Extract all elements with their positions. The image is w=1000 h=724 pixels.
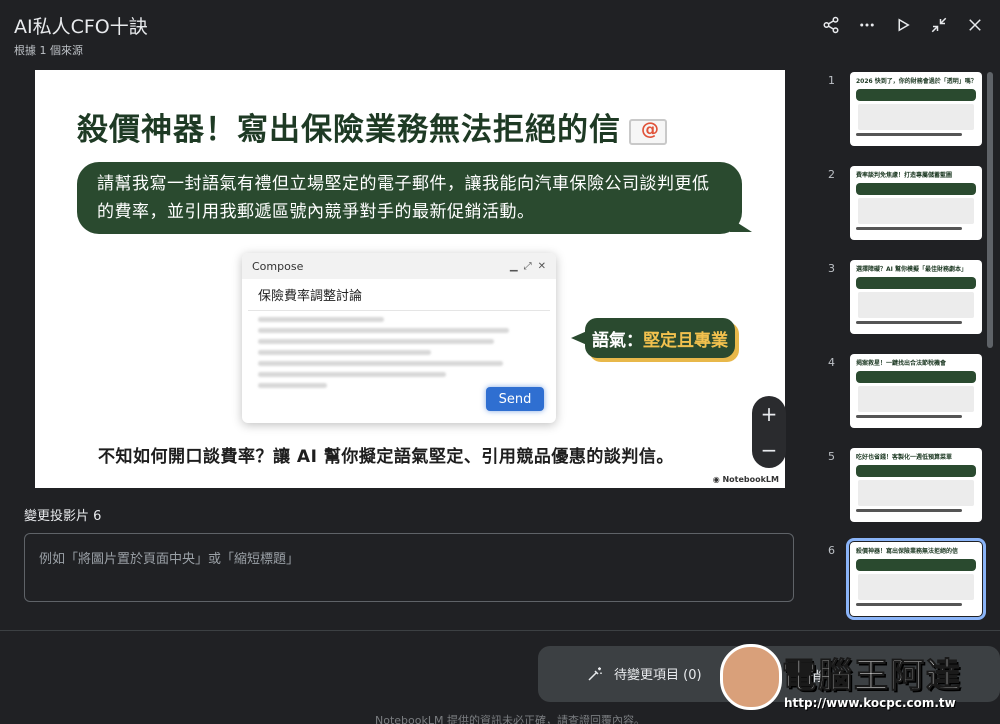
thumbnail-scrollbar[interactable]: [987, 72, 993, 348]
source-count: 根據 1 個來源: [14, 44, 83, 57]
pending-changes-button[interactable]: 待變更項目 (0): [586, 664, 702, 683]
zoom-out-button[interactable]: −: [761, 438, 778, 462]
thumbnail-item[interactable]: 3 選擇障礙？AI 幫你模擬「最佳財務劇本」: [820, 258, 990, 338]
thumbnail-bubble: [856, 465, 976, 477]
thumbnail-number: 5: [828, 450, 835, 463]
minimize-icon: ▁: [509, 260, 518, 272]
slide-caption: 不知如何開口談費率？讓 AI 幫你擬定語氣堅定、引用競品優惠的談判信。: [98, 447, 674, 467]
compose-controls: ▁ ⤢ ✕: [510, 261, 546, 272]
thumbnail-bubble: [856, 559, 976, 571]
thumbnail-bubble: [856, 371, 976, 383]
top-bar: AI私人CFO十訣 根據 1 個來源: [0, 0, 1000, 64]
slide-thumbnail[interactable]: 費率談判免焦慮！打造專屬儲蓄藍圖: [850, 166, 982, 240]
disclaimer-text: NotebookLM 提供的資訊未必正確，請查證回覆內容。: [375, 714, 645, 724]
thumbnail-number: 2: [828, 168, 835, 181]
thumbnail-number: 1: [828, 74, 835, 87]
watermark-text: 電腦王阿達: [782, 656, 962, 697]
zoom-in-button[interactable]: +: [761, 402, 778, 426]
compose-subject: 保險費率調整討論: [248, 279, 550, 311]
compose-title: Compose: [252, 259, 304, 273]
thumbnail-title: 2026 快到了，你的財務會過於「透明」嗎？: [856, 78, 977, 85]
pending-label: 待變更項目 (0): [614, 668, 702, 683]
watermark-url: http://www.kocpc.com.tw: [784, 696, 956, 710]
slide-heading: 殺價神器！寫出保險業務無法拒絕的信: [77, 104, 667, 149]
thumbnail-title: 吃好也省錢！客製化一週低預算菜單: [856, 454, 953, 461]
site-watermark: 電腦王阿達 http://www.kocpc.com.tw: [720, 636, 1000, 722]
top-actions: [818, 12, 988, 38]
tone-value: 堅定且專業: [643, 330, 728, 351]
thumbnail-item[interactable]: 4 揭案救星！一鍵找出合法節稅機會: [820, 352, 990, 432]
magic-edit-icon: [588, 666, 602, 681]
slide-preview: 殺價神器！寫出保險業務無法拒絕的信 請幫我寫一封語氣有禮但立場堅定的電子郵件，讓…: [35, 70, 785, 488]
thumbnail-caption: [856, 603, 962, 606]
prompt-bubble: 請幫我寫一封語氣有禮但立場堅定的電子郵件，讓我能向汽車保險公司談判更低的費率，並…: [77, 162, 752, 234]
thumbnail-content: [858, 292, 974, 318]
thumbnail-number: 3: [828, 262, 835, 275]
thumbnail-title: 殺價神器！寫出保險業務無法拒絕的信: [856, 548, 959, 555]
tone-bubble: 語氣： 堅定且專業: [571, 318, 735, 358]
notebook-title: AI私人CFO十訣: [14, 16, 148, 38]
slide-thumbnail[interactable]: 揭案救星！一鍵找出合法節稅機會: [850, 354, 982, 428]
collapse-icon[interactable]: [926, 12, 952, 38]
thumbnail-content: [858, 104, 974, 130]
edit-prompt-input[interactable]: 例如「將圖片置於頁面中央」或「縮短標題」: [24, 533, 794, 602]
thumbnail-content: [858, 198, 974, 224]
thumbnail-item[interactable]: 6 殺價神器！寫出保險業務無法拒絕的信: [820, 538, 990, 620]
divider: [0, 630, 1000, 631]
change-slide-label: 變更投影片 6: [24, 509, 102, 524]
notebooklm-icon: ◉: [712, 475, 723, 484]
blurred-email-body: [242, 317, 556, 388]
thumbnail-title: 揭案救星！一鍵找出合法節稅機會: [856, 360, 947, 367]
thumbnail-number: 4: [828, 356, 835, 369]
tone-prefix: 語氣：: [592, 330, 643, 351]
thumbnail-bubble: [856, 183, 976, 195]
send-button: Send: [486, 387, 544, 411]
thumbnail-title: 選擇障礙？AI 幫你模擬「最佳財務劇本」: [856, 266, 967, 273]
slide-thumbnail[interactable]: 選擇障礙？AI 幫你模擬「最佳財務劇本」: [850, 260, 982, 334]
email-icon: [629, 118, 667, 145]
thumbnail-bubble: [856, 89, 976, 101]
slide-thumbnail[interactable]: 吃好也省錢！客製化一週低預算菜單: [850, 448, 982, 522]
slide-thumbnail[interactable]: 殺價神器！寫出保險業務無法拒絕的信: [846, 538, 986, 620]
zoom-control: + −: [752, 396, 786, 468]
thumbnail-bubble: [856, 277, 976, 289]
thumbnail-caption: [856, 133, 962, 136]
more-icon[interactable]: [854, 12, 880, 38]
thumbnail-caption: [856, 415, 962, 418]
thumbnail-number: 6: [828, 544, 835, 557]
share-icon[interactable]: [818, 12, 844, 38]
thumbnail-content: [858, 574, 974, 600]
thumbnail-caption: [856, 321, 962, 324]
slide-thumbnail[interactable]: 2026 快到了，你的財務會過於「透明」嗎？: [850, 72, 982, 146]
compose-close-icon: ✕: [537, 260, 546, 272]
expand-icon: ⤢: [523, 260, 532, 272]
compose-window: Compose ▁ ⤢ ✕ 保險費率調整討論 Send: [242, 253, 556, 423]
brand-text: NotebookLM: [722, 475, 779, 484]
thumbnail-content: [858, 480, 974, 506]
slide-thumbnails: 1 2026 快到了，你的財務會過於「透明」嗎？ 2 費率談判免焦慮！打造專屬儲蓄藍圖…: [820, 70, 990, 630]
slide-heading-text: 殺價神器！寫出保險業務無法拒絕的信: [77, 112, 621, 148]
thumbnail-title: 費率談判免焦慮！打造專屬儲蓄藍圖: [856, 172, 953, 179]
play-icon[interactable]: [890, 12, 916, 38]
thumbnail-content: [858, 386, 974, 412]
notebooklm-logo: ◉ NotebookLM: [713, 475, 779, 484]
close-icon[interactable]: [962, 12, 988, 38]
thumbnail-item[interactable]: 2 費率談判免焦慮！打造專屬儲蓄藍圖: [820, 164, 990, 244]
compose-header: Compose ▁ ⤢ ✕: [242, 253, 556, 279]
mascot-icon: [720, 644, 782, 710]
thumbnail-item[interactable]: 5 吃好也省錢！客製化一週低預算菜單: [820, 446, 990, 526]
thumbnail-caption: [856, 509, 962, 512]
thumbnail-caption: [856, 227, 962, 230]
thumbnail-item[interactable]: 1 2026 快到了，你的財務會過於「透明」嗎？: [820, 70, 990, 150]
